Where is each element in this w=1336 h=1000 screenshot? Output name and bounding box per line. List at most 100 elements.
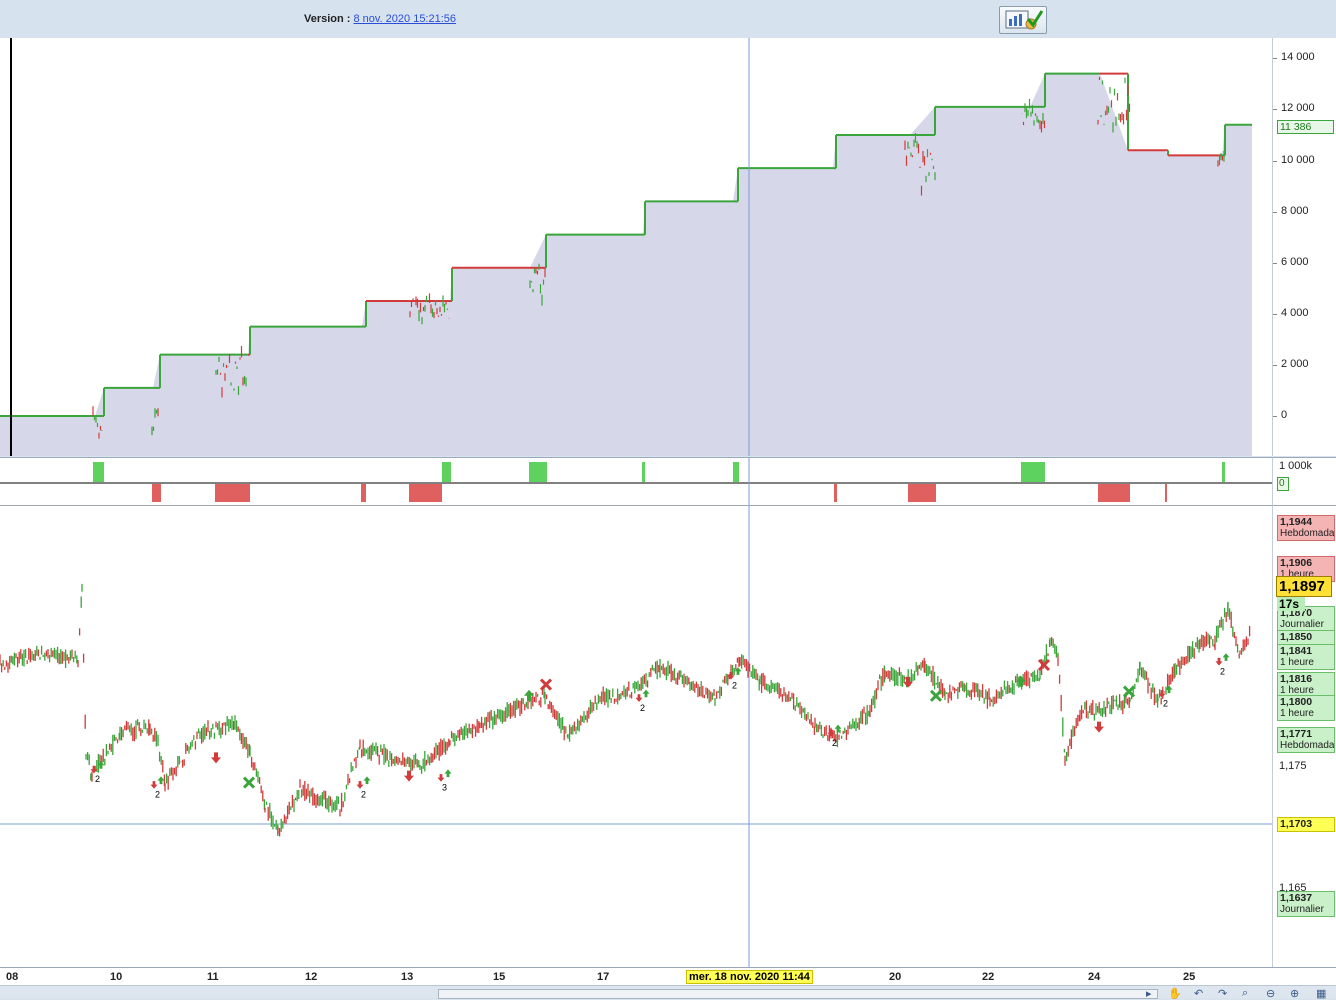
time-axis-label: 20 <box>889 971 902 983</box>
trade-count-label: 2 <box>1220 666 1225 676</box>
cursor-date-label: mer. 18 nov. 2020 11:44 <box>686 970 813 984</box>
exit-cross-icon <box>929 689 943 702</box>
sell-arrow-icon <box>437 774 445 782</box>
price-level-value: 1,1944 <box>1280 516 1313 528</box>
equity-axis-tick: 14 000 <box>1281 51 1315 64</box>
price-level-timeframe: 1 heure <box>1280 708 1314 719</box>
undo-icon[interactable]: ↶ <box>1194 987 1203 1000</box>
buy-arrow-icon <box>157 776 165 785</box>
redo-icon[interactable]: ↷ <box>1218 987 1227 1000</box>
volume-axis-zero-label: 0 <box>1277 477 1289 491</box>
volume-axis-top-label: 1 000k <box>1279 460 1313 472</box>
price-level-tag: 1,1850 <box>1277 630 1335 645</box>
trade-count-label: 2 <box>1163 699 1168 709</box>
sell-arrow-icon <box>150 781 158 789</box>
equity-axis-tick-mark <box>1273 416 1277 417</box>
time-axis[interactable] <box>0 967 1336 986</box>
volume-bar-up <box>93 462 104 482</box>
sell-arrow-icon <box>827 729 835 737</box>
zoom-icon[interactable]: ⌕ <box>1242 987 1248 1000</box>
trade-count-label: 2 <box>732 680 737 690</box>
equity-axis-tick: 10 000 <box>1281 153 1315 166</box>
price-level-value: 1,1816 <box>1280 673 1313 685</box>
equity-axis-tick-mark <box>1273 109 1277 111</box>
volume-histogram <box>0 458 1272 505</box>
price-level-tag: 1,1703 <box>1277 817 1335 832</box>
time-axis-label: 17 <box>597 971 610 983</box>
time-axis-label: 25 <box>1183 971 1196 983</box>
buy-arrow-icon <box>642 689 650 698</box>
trade-count-label: 2 <box>832 738 837 748</box>
volume-bar-up <box>442 462 451 482</box>
report-chart-icon <box>1005 10 1044 30</box>
equity-axis-tick: 8 000 <box>1281 204 1309 217</box>
trade-count-label: 2 <box>95 774 100 784</box>
sell-arrow-icon <box>727 671 735 680</box>
sell-arrow-icon <box>1094 721 1104 733</box>
volume-bar-down <box>361 484 366 502</box>
time-axis-label: 22 <box>982 971 995 983</box>
horizontal-scrollbar[interactable] <box>438 989 1158 999</box>
equity-axis-tick-mark <box>1273 58 1277 60</box>
equity-axis-tick-mark <box>1273 313 1277 315</box>
price-level-value: 1,1841 <box>1280 645 1313 657</box>
volume-bar-down <box>908 484 936 502</box>
scroll-right-icon[interactable]: ▸ <box>1146 987 1152 1000</box>
price-level-timeframe: Journalier <box>1280 619 1324 630</box>
current-price-tag: 1,1897 <box>1276 576 1332 597</box>
price-level-timeframe: Hebdomadaire <box>1280 528 1334 539</box>
time-axis-label: 13 <box>401 971 414 983</box>
trade-count-label: 2 <box>640 703 645 713</box>
equity-area <box>0 73 1252 456</box>
price-level-tag: 1,1800 1 heure <box>1277 695 1335 721</box>
volume-bar-up <box>1021 462 1045 482</box>
equity-axis-tick-mark <box>1273 262 1277 264</box>
equity-axis-tick-mark <box>1273 211 1277 213</box>
price-level-tag: 1,1841 1 heure <box>1277 644 1335 670</box>
top-toolbar: Version :8 nov. 2020 15:21:56 <box>0 0 1336 39</box>
version-link[interactable]: 8 nov. 2020 15:21:56 <box>353 13 456 25</box>
price-level-tag: 1,1944Hebdomadaire <box>1277 515 1335 541</box>
buy-arrow-icon <box>363 776 371 785</box>
volume-panel[interactable] <box>0 457 1272 505</box>
trade-count-label: 2 <box>155 790 160 800</box>
sell-arrow-icon <box>404 770 414 782</box>
exit-cross-icon <box>1037 658 1051 672</box>
price-level-timeframe: Hebdomadaire <box>1280 740 1334 751</box>
equity-axis-tick: 2 000 <box>1281 357 1309 370</box>
time-axis-label: 10 <box>110 971 123 983</box>
version-info: Version :8 nov. 2020 15:21:56 <box>304 13 456 25</box>
time-axis-label: 12 <box>305 971 318 983</box>
exit-cross-icon <box>242 776 256 789</box>
equity-curve-chart <box>0 38 1252 456</box>
volume-bar-up <box>642 462 645 482</box>
exit-cross-icon <box>539 678 553 691</box>
equity-curve-panel[interactable] <box>0 38 1272 456</box>
sell-arrow-icon <box>635 694 643 702</box>
hand-icon[interactable]: ✋ <box>1168 987 1182 1000</box>
zoom-in-icon[interactable]: ⊕ <box>1290 987 1299 1000</box>
price-level-timeframe: 1 heure <box>1280 657 1314 668</box>
version-label: Version : <box>304 13 351 25</box>
sell-arrow-icon <box>1215 657 1223 666</box>
sell-arrow-icon <box>356 781 364 789</box>
zoom-out-icon[interactable]: ⊖ <box>1266 987 1275 1000</box>
grid-icon[interactable]: ▦ <box>1316 987 1326 1000</box>
price-level-value: 1,1850 <box>1280 631 1313 643</box>
strategy-report-button[interactable] <box>999 6 1047 34</box>
price-axis-tick: 1,165 <box>1279 882 1307 894</box>
time-axis-label: 24 <box>1088 971 1101 983</box>
price-chart-panel[interactable]: 2 2 2 3 2 2 2 2 2 <box>0 505 1272 968</box>
equity-axis-tick-mark <box>1273 364 1277 366</box>
time-axis-label: 11 <box>207 971 219 983</box>
exit-cross-icon <box>1122 685 1136 698</box>
buy-arrow-icon <box>444 769 452 778</box>
equity-axis[interactable]: 14 000 12 000 10 000 8 000 6 000 4 000 2 000 0 … <box>1272 38 1336 456</box>
price-level-value: 1,1703 <box>1280 818 1313 830</box>
volume-bar-down <box>215 484 250 502</box>
volume-bar-up <box>733 462 739 482</box>
equity-axis-tick-mark <box>1273 160 1277 162</box>
price-level-tag: 1,1771Hebdomadaire <box>1277 727 1335 753</box>
volume-axis[interactable]: 1 000k 0 <box>1272 457 1336 505</box>
price-level-value: 1,1637 <box>1280 892 1313 904</box>
